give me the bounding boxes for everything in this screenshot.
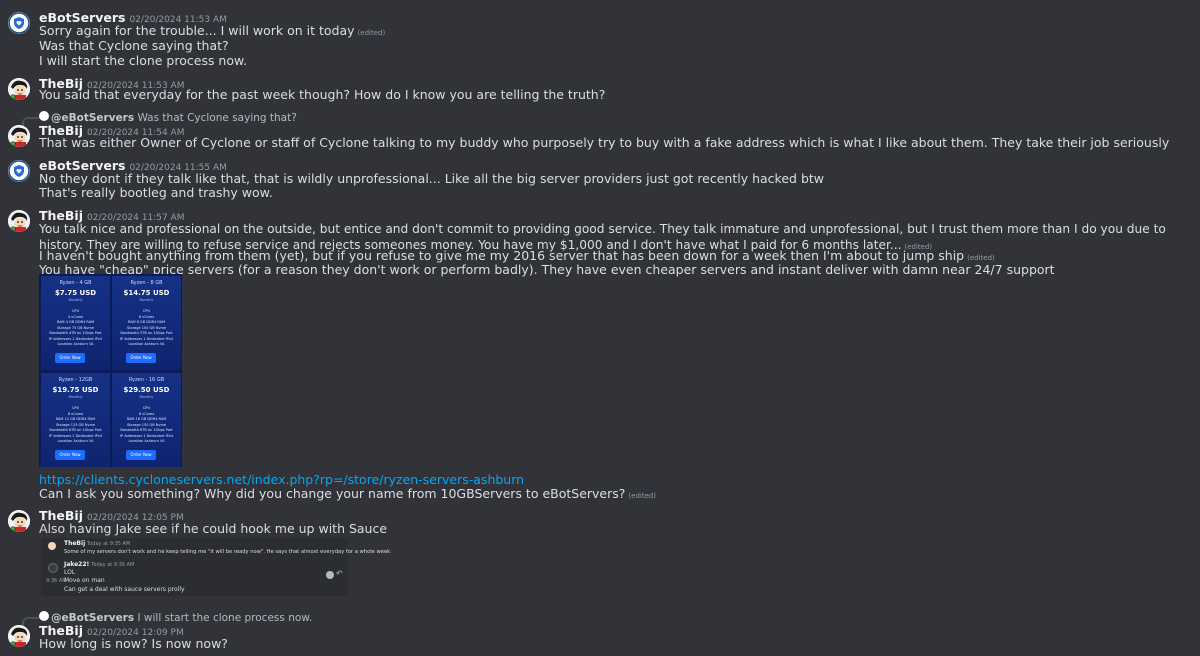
plan-price: $29.50 USD bbox=[123, 386, 170, 394]
pricing-card: Ryzen - 8 GB $14.75 USD Monthly CPU 6 vC… bbox=[112, 276, 181, 370]
plan-spec: Bandwidth 8TB on 1Gbps Port bbox=[120, 428, 173, 432]
plan-name: Ryzen - 8 GB bbox=[130, 280, 163, 286]
reply-spine bbox=[22, 117, 39, 127]
embed-time: Today at 9:36 AM bbox=[91, 562, 135, 568]
message-text: Can I ask you something? Why did you cha… bbox=[39, 486, 626, 501]
shield-heart-icon bbox=[8, 12, 30, 34]
message-text: You said that everyday for the past week… bbox=[39, 87, 606, 102]
shield-heart-icon bbox=[8, 160, 30, 182]
plan-period: Monthly bbox=[139, 395, 154, 399]
embedded-screenshot-attachment[interactable]: TheBij Today at 9:35 AM Some of my serve… bbox=[41, 538, 390, 596]
thebij-avatar[interactable] bbox=[8, 625, 30, 647]
message-text: I will start the clone process now. bbox=[39, 53, 248, 68]
plan-spec: Location Ashburn VA bbox=[128, 342, 165, 346]
embed-author: TheBij bbox=[64, 540, 86, 547]
message-text: I haven't bought anything from them (yet… bbox=[39, 248, 965, 263]
embed-text: Some of my servers don't work and he kee… bbox=[64, 549, 391, 555]
plan-period: Monthly bbox=[68, 298, 83, 302]
embed-time: Today at 9:35 AM bbox=[87, 541, 131, 547]
cartoon-avatar-icon bbox=[8, 510, 30, 532]
embed-text: Move on man bbox=[64, 577, 105, 584]
embed-text: Can get a deal with sauce servers prolly bbox=[64, 586, 185, 593]
reply-avatar bbox=[39, 111, 49, 121]
cartoon-avatar-icon bbox=[8, 210, 30, 232]
thebij-avatar[interactable] bbox=[8, 510, 30, 532]
order-now-button: Order Now bbox=[126, 353, 156, 363]
reply-spine bbox=[22, 617, 39, 627]
plan-name: Ryzen - 4 GB bbox=[59, 280, 92, 286]
embed-avatar-jake bbox=[48, 563, 58, 573]
plan-spec: Bandwidth 5TB on 1Gbps Port bbox=[120, 331, 173, 335]
plan-price: $19.75 USD bbox=[52, 386, 99, 394]
pricing-card: Ryzen - 12GB $19.75 USD Monthly CPU 8 vC… bbox=[41, 373, 110, 467]
plan-period: Monthly bbox=[139, 298, 154, 302]
thebij-avatar[interactable] bbox=[8, 210, 30, 232]
plan-price: $14.75 USD bbox=[123, 289, 170, 297]
order-now-button: Order Now bbox=[126, 450, 156, 460]
order-now-button: Order Now bbox=[55, 353, 85, 363]
thebij-avatar[interactable] bbox=[8, 78, 30, 100]
plan-spec: Location Ashburn VA bbox=[57, 342, 94, 346]
reply-arrow-icon: ↶ bbox=[336, 569, 343, 578]
message-text: Sorry again for the trouble... I will wo… bbox=[39, 23, 355, 38]
thebij-avatar[interactable] bbox=[8, 125, 30, 147]
emoji-icon bbox=[326, 571, 334, 579]
plan-spec: Bandwidth 4TB on 1Gbps Port bbox=[49, 331, 102, 335]
message-text: How long is now? Is now now? bbox=[39, 636, 228, 651]
ebotservers-avatar[interactable] bbox=[8, 160, 30, 182]
plan-spec: Location Ashburn VA bbox=[128, 439, 165, 443]
edited-label: (edited) bbox=[628, 492, 657, 500]
plan-period: Monthly bbox=[68, 395, 83, 399]
plan-name: Ryzen - 16 GB bbox=[128, 377, 165, 383]
message-text: You have "cheap" price servers (for a re… bbox=[39, 262, 1055, 277]
embed-author: Jake22! bbox=[64, 561, 90, 568]
plan-name: Ryzen - 12GB bbox=[58, 377, 93, 383]
embed-text: LOL bbox=[64, 569, 76, 576]
reply-avatar bbox=[39, 611, 49, 621]
message-text: Also having Jake see if he could hook me… bbox=[39, 521, 388, 536]
cartoon-avatar-icon bbox=[8, 78, 30, 100]
pricing-image-attachment[interactable]: Ryzen - 4 GB $7.75 USD Monthly CPU 4 vCo… bbox=[39, 274, 182, 467]
message-text: That's really bootleg and trashy wow. bbox=[39, 185, 273, 200]
message-text: That was either Owner of Cyclone or staf… bbox=[39, 135, 1170, 150]
edited-label: (edited) bbox=[357, 29, 386, 37]
cartoon-avatar-icon bbox=[8, 125, 30, 147]
ebotservers-avatar[interactable] bbox=[8, 12, 30, 34]
edited-label: (edited) bbox=[967, 254, 995, 262]
message-text: Was that Cyclone saying that? bbox=[39, 38, 229, 53]
cartoon-avatar-icon bbox=[8, 625, 30, 647]
order-now-button: Order Now bbox=[55, 450, 85, 460]
pricing-card: Ryzen - 4 GB $7.75 USD Monthly CPU 4 vCo… bbox=[41, 276, 110, 370]
plan-price: $7.75 USD bbox=[54, 289, 97, 297]
plan-spec: Location Ashburn VA bbox=[57, 439, 94, 443]
pricing-card: Ryzen - 16 GB $29.50 USD Monthly CPU 8 v… bbox=[112, 373, 181, 467]
plan-spec: Bandwidth 6TB on 1Gbps Port bbox=[49, 428, 102, 432]
embed-avatar-thebij bbox=[48, 542, 56, 550]
